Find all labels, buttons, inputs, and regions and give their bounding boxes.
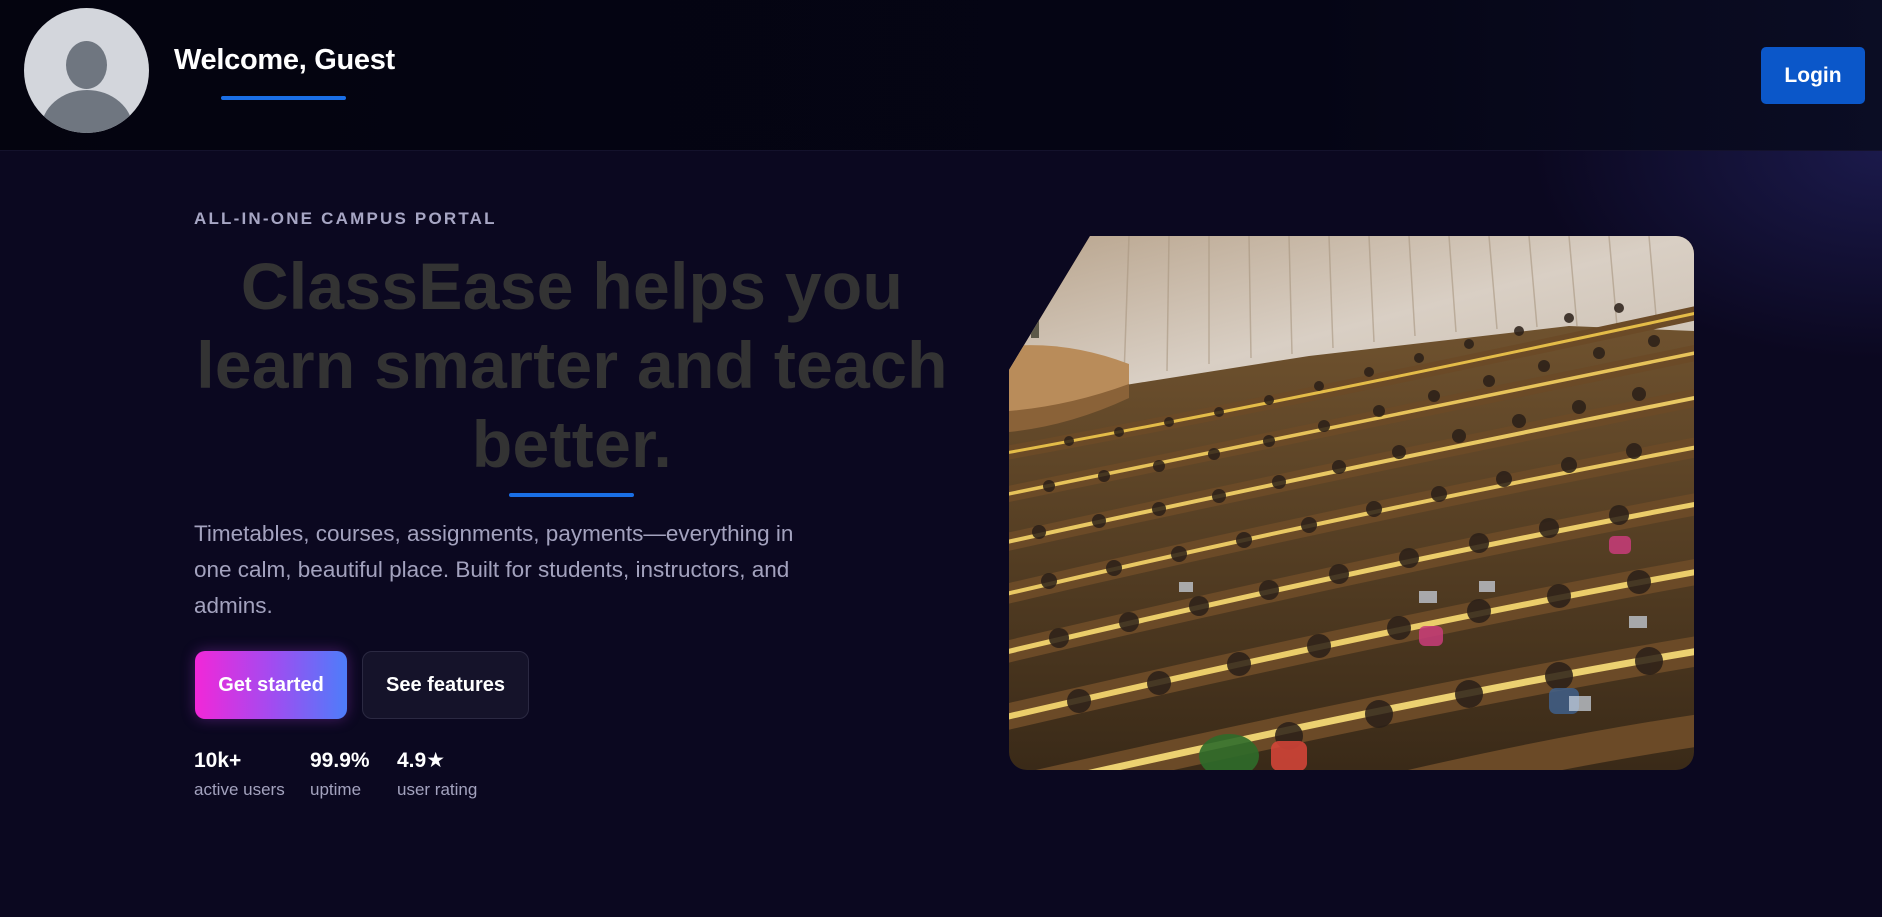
stat-active-users: 10k+ active users [194,748,285,800]
welcome-title: Welcome, Guest [174,44,395,76]
welcome-underline [221,96,346,100]
hero-headline: ClassEase helps you learn smarter and te… [196,249,948,481]
user-avatar-icon[interactable] [24,8,149,133]
stat-user-rating: 4.9★ user rating [397,748,477,800]
hero-description: Timetables, courses, assignments, paymen… [194,521,794,618]
stat-value: 4.9★ [397,749,446,772]
headline-underline [509,493,634,497]
get-started-button[interactable]: Get started [195,651,347,719]
stat-value: 10k+ [194,749,242,772]
login-button[interactable]: Login [1761,47,1865,104]
top-header: Welcome, Guest Login [0,0,1882,151]
landing-page: Welcome, Guest Login ALL-IN-ONE CAMPUS P… [0,0,1882,917]
avatar-head-shape [66,41,107,89]
stat-label: active users [194,780,285,799]
hero-eyebrow: ALL-IN-ONE CAMPUS PORTAL [194,209,497,228]
stat-label: user rating [397,780,478,799]
stat-label: uptime [310,780,362,799]
stat-value: 99.9% [310,749,370,772]
avatar-body-shape [41,90,133,133]
stat-uptime: 99.9% uptime [310,748,370,800]
see-features-button[interactable]: See features [362,651,529,719]
lecture-hall-photo [1009,236,1694,770]
